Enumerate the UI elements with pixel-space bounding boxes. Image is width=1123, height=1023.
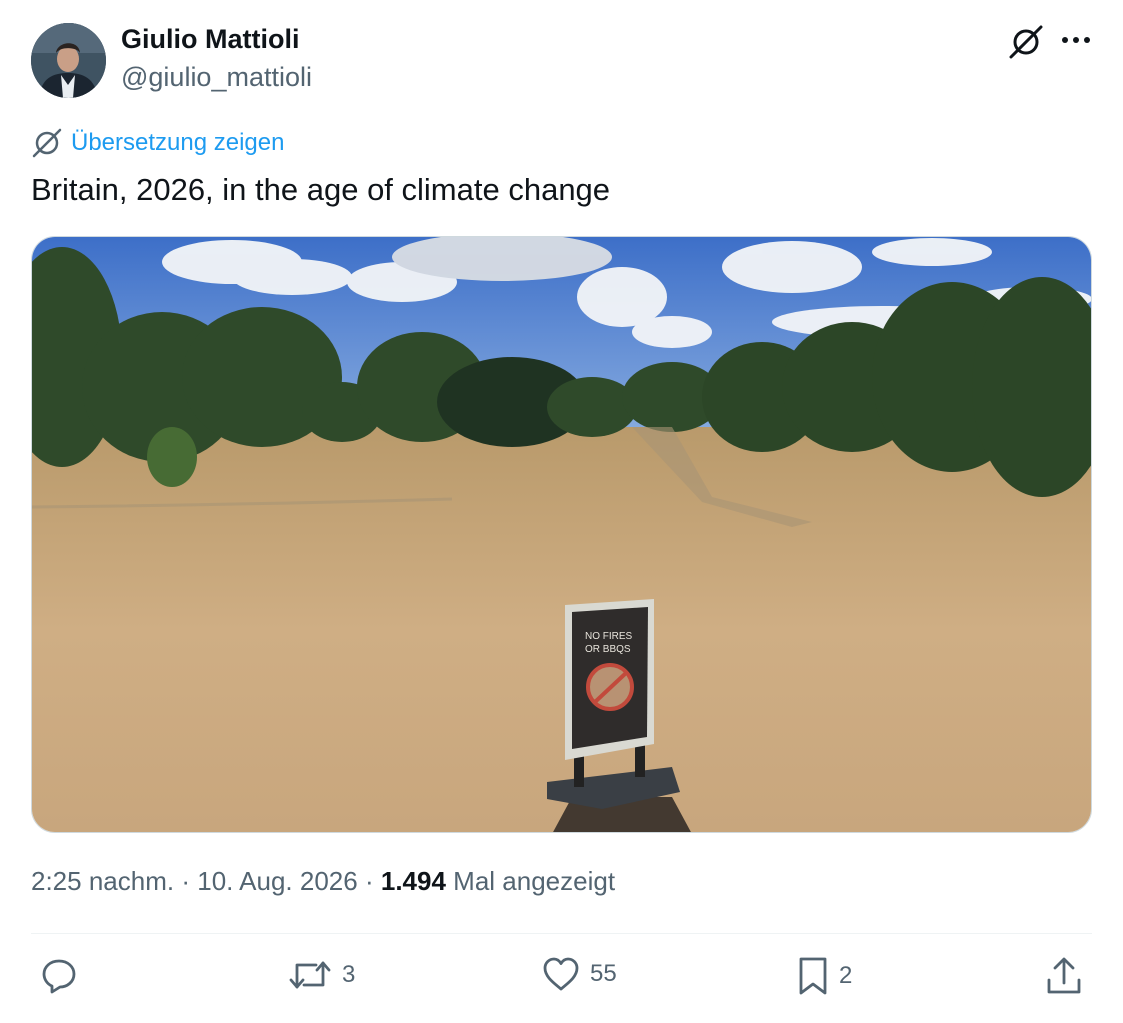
reply-icon [40, 956, 78, 994]
views-label: Mal angezeigt [453, 866, 616, 896]
author-name[interactable]: Giulio Mattioli [121, 24, 299, 55]
more-icon[interactable] [1060, 32, 1092, 48]
meta-separator: · [181, 866, 190, 896]
retweet-count: 3 [342, 961, 356, 988]
reply-button[interactable] [40, 956, 88, 994]
no-translate-icon[interactable] [1007, 24, 1045, 60]
tweet-meta: 2:25 nachm. · 10. Aug. 2026 · 1.494 Mal … [31, 866, 615, 897]
bookmark-button[interactable]: 2 [797, 956, 852, 996]
divider [31, 933, 1092, 934]
sign-text-line2: OR BBQS [585, 644, 631, 655]
show-translation-link[interactable]: Übersetzung zeigen [31, 128, 284, 158]
author-handle[interactable]: @giulio_mattioli [121, 62, 312, 93]
like-count: 55 [590, 960, 617, 987]
share-icon [1045, 956, 1083, 996]
sign-text-line1: NO FIRES [585, 631, 633, 642]
tweet-time[interactable]: 2:25 nachm. [31, 866, 174, 896]
tweet-text: Britain, 2026, in the age of climate cha… [31, 172, 611, 207]
avatar[interactable] [31, 23, 106, 98]
bookmark-icon [797, 956, 829, 996]
meta-separator: · [364, 866, 374, 896]
retweet-icon [288, 956, 332, 994]
retweet-button[interactable]: 3 [288, 956, 355, 994]
tweet-date[interactable]: 10. Aug. 2026 [197, 866, 357, 896]
bookmark-count: 2 [839, 962, 853, 989]
translate-icon [31, 128, 63, 158]
views-count: 1.494 [380, 866, 446, 896]
heart-icon [542, 956, 580, 992]
share-button[interactable] [1045, 956, 1083, 996]
tweet-photo[interactable]: NO FIRES OR BBQS [31, 236, 1092, 833]
like-button[interactable]: 55 [542, 956, 617, 992]
translate-label: Übersetzung zeigen [71, 129, 285, 156]
